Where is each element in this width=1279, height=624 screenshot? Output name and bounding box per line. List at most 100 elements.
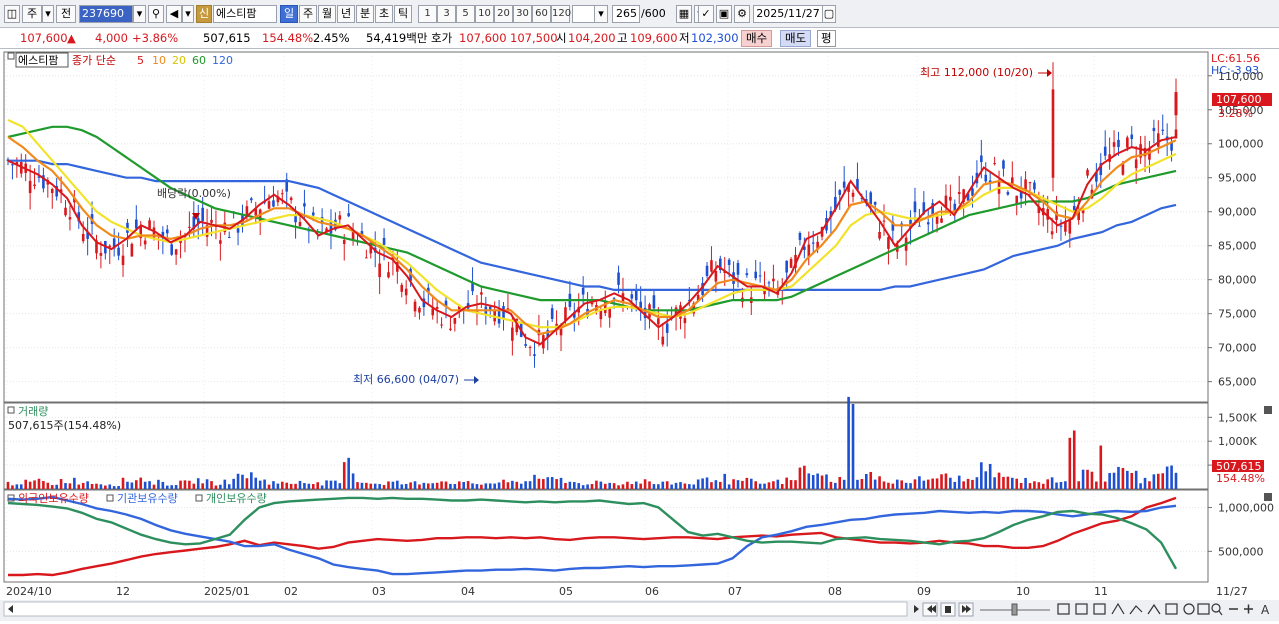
draw-tool-icon[interactable]: ✓: [698, 5, 714, 23]
volume-bar: [471, 483, 474, 489]
stock-chart[interactable]: 에스티팜 종가 단순 5 10 20 60 120 LC:61.56 HC:-3…: [0, 49, 1279, 621]
x-tick-label: 08: [828, 585, 842, 598]
institution-holding-legend: 기관보유수량: [117, 492, 178, 505]
volume-bar: [1095, 481, 1098, 489]
volume-bar: [652, 484, 656, 489]
interval-tab-2[interactable]: 월: [318, 5, 336, 23]
volume-ratio: 154.48%: [262, 31, 314, 45]
volume-bar: [497, 482, 501, 489]
save-icon[interactable]: ▣: [716, 5, 732, 23]
interval-tab-6[interactable]: 틱: [394, 5, 412, 23]
candle-body: [887, 237, 890, 249]
volume-panel-title: 거래량: [18, 405, 48, 418]
volume-tick-label: 1,500K: [1218, 411, 1257, 424]
candle-body: [599, 310, 603, 320]
buy-order-button[interactable]: 매수: [741, 30, 773, 47]
volume-bar: [285, 482, 289, 489]
minute-option-7[interactable]: 120: [551, 5, 571, 23]
volume-bar: [811, 475, 815, 489]
stock-code-input[interactable]: 237690: [79, 5, 133, 23]
gear-icon[interactable]: ⚙: [734, 5, 750, 23]
search-icon[interactable]: ⚲: [148, 5, 164, 23]
volume-bar: [612, 483, 616, 489]
candle-type-icon[interactable]: ▦: [676, 5, 692, 23]
prev-button[interactable]: 전: [56, 5, 76, 23]
candle-body: [935, 216, 939, 224]
volume-bar: [873, 479, 877, 489]
candle-body: [710, 260, 713, 272]
chevron-down-icon[interactable]: ▾: [133, 5, 146, 23]
interval-tab-5[interactable]: 초: [375, 5, 393, 23]
candle-body: [1130, 134, 1134, 139]
volume-bar: [1064, 481, 1067, 489]
minute-option-4[interactable]: 20: [494, 5, 513, 23]
candle-body: [227, 236, 231, 238]
volume-bar: [143, 481, 147, 489]
evaluation-button[interactable]: 평: [817, 30, 836, 47]
volume-bar: [46, 482, 50, 489]
horizontal-scrollbar[interactable]: [3, 601, 908, 617]
volume-bar: [966, 478, 970, 489]
chevron-down-icon[interactable]: ▾: [594, 5, 608, 23]
x-tick-label: 2025/01: [204, 585, 250, 598]
volume-bar: [409, 482, 412, 489]
candle-body: [851, 192, 855, 197]
interval-tab-0[interactable]: 일: [280, 5, 298, 23]
volume-bar: [542, 479, 545, 489]
x-axis-end-date: 11/27: [1216, 585, 1248, 598]
candle-body: [754, 271, 757, 279]
volume-bar: [922, 480, 926, 489]
open-label: 시: [556, 31, 567, 45]
minute-option-2[interactable]: 5: [456, 5, 475, 23]
volume-bar: [338, 483, 342, 489]
volume-bar: [95, 483, 98, 489]
sell-order-button[interactable]: 매도: [780, 30, 812, 47]
volume-bar: [42, 481, 45, 489]
close-icon[interactable]: [1264, 406, 1272, 414]
volume-bar: [170, 485, 173, 489]
volume-bar: [573, 482, 576, 489]
period-type-select[interactable]: 주: [22, 5, 42, 23]
chevron-down-icon[interactable]: ▾: [182, 5, 194, 23]
volume-bar: [294, 483, 297, 489]
chevron-down-icon[interactable]: ▾: [42, 5, 54, 23]
playback-controls[interactable]: [922, 602, 974, 617]
window-menu-icon[interactable]: ◫: [4, 5, 20, 23]
minute-option-3[interactable]: 10: [475, 5, 494, 23]
minute-option-6[interactable]: 60: [532, 5, 551, 23]
volume-bar: [634, 481, 638, 489]
speaker-icon[interactable]: ◀: [166, 5, 182, 23]
interval-tab-1[interactable]: 주: [299, 5, 317, 23]
minute-option-0[interactable]: 1: [418, 5, 437, 23]
volume-bar: [121, 477, 125, 489]
date-input[interactable]: 2025/11/27: [753, 5, 823, 23]
interval-tab-4[interactable]: 분: [356, 5, 374, 23]
interval-tab-3[interactable]: 년: [337, 5, 355, 23]
volume-bar: [117, 485, 120, 489]
volume-bar: [462, 481, 465, 489]
bar-count-input[interactable]: 265: [612, 5, 640, 23]
candle-body: [135, 219, 138, 229]
volume-bar: [1081, 469, 1085, 489]
x-tick-label: 11: [1094, 585, 1108, 598]
volume-bar: [6, 481, 10, 489]
volume-bar: [232, 478, 235, 489]
close-icon[interactable]: [1264, 493, 1272, 501]
minute-option-5[interactable]: 30: [513, 5, 532, 23]
up-arrow-icon: ▲: [67, 31, 76, 45]
x-tick-label: 09: [917, 585, 931, 598]
calendar-icon[interactable]: ▢: [822, 5, 836, 23]
volume-bar: [1152, 474, 1156, 489]
candle-body: [413, 301, 417, 312]
price-tick-label: 70,000: [1218, 342, 1257, 355]
candle-body: [303, 203, 306, 207]
indicator-label: 종가 단순: [72, 54, 116, 67]
volume-bar: [192, 483, 196, 489]
price-tick-label: 100,000: [1218, 138, 1264, 151]
turnover-rate: 2.45%: [313, 31, 350, 45]
volume-bar: [515, 481, 519, 489]
volume-bar: [1086, 469, 1089, 489]
volume-bar: [577, 483, 581, 489]
volume-bar: [73, 477, 76, 489]
minute-option-1[interactable]: 3: [437, 5, 456, 23]
